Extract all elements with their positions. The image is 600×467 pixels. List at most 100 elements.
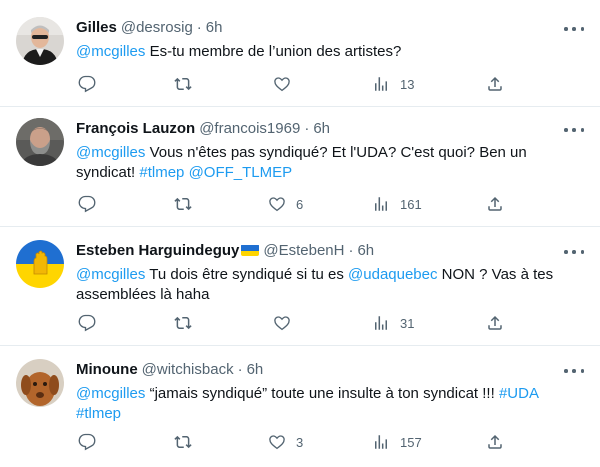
reply-icon [78,75,96,93]
separator-dot: · [304,119,310,137]
retweet-button[interactable] [174,313,202,333]
avatar[interactable] [16,17,64,65]
share-icon [486,433,504,451]
retweet-icon [174,314,192,332]
username[interactable]: @francois1969 [199,120,300,137]
timestamp[interactable]: 6h [313,120,330,137]
heart-icon [273,314,291,332]
like-button[interactable]: 6 [268,194,303,214]
retweet-button[interactable] [174,74,202,94]
views-button[interactable]: 161 [372,194,422,214]
username[interactable]: @witchisback [142,361,234,378]
views-icon [372,195,390,213]
views-count: 157 [400,434,422,450]
timestamp[interactable]: 6h [206,19,223,36]
share-button[interactable] [486,432,504,452]
tweet-text: @mcgilles Tu dois être syndiqué si tu es… [76,265,584,305]
like-button[interactable]: 3 [268,432,303,452]
share-icon [486,195,504,213]
tweet-text: @mcgilles Vous n'êtes pas syndiqué? Et l… [76,143,584,183]
like-count: 6 [296,196,304,212]
reply-icon [78,314,96,332]
tweet[interactable]: Minoune @witchisback · 6h @mcgilles “jam… [0,346,600,467]
tweet-text-body: “jamais syndiqué” toute une insulte à to… [145,385,499,402]
retweet-icon [174,433,192,451]
like-button[interactable] [273,74,301,94]
heart-icon [273,75,291,93]
tweet-text: @mcgilles Es-tu membre de l’union des ar… [76,42,584,62]
timestamp[interactable]: 6h [247,361,264,378]
more-icon[interactable] [564,22,584,36]
retweet-button[interactable] [174,194,202,214]
mention-link[interactable]: @mcgilles [76,266,145,283]
views-count: 161 [400,196,422,212]
views-icon [372,433,390,451]
tweet[interactable]: Gilles @desrosig · 6h @mcgilles Es-tu me… [0,0,600,107]
retweet-icon [174,75,192,93]
tweet-header: Esteben Harguindeguy @EstebenH · 6h [76,240,584,260]
tweet-header: Gilles @desrosig · 6h [76,17,584,37]
display-name[interactable]: François Lauzon [76,120,195,137]
tweet-actions: 13 [76,74,506,94]
display-name[interactable]: Minoune [76,361,138,378]
username[interactable]: @desrosig [121,19,193,36]
tweet-actions: 6 161 [76,194,506,214]
reply-icon [78,195,96,213]
separator-dot: · [196,18,202,36]
tweet-actions: 31 [76,313,506,333]
views-button[interactable]: 157 [372,432,422,452]
like-count: 3 [296,434,304,450]
views-icon [372,314,390,332]
tweet-text: @mcgilles “jamais syndiqué” toute une in… [76,384,584,424]
username[interactable]: @EstebenH [263,242,344,259]
avatar[interactable] [16,359,64,407]
ukraine-flag-icon [241,244,260,256]
reply-button[interactable] [78,74,106,94]
heart-icon [268,433,286,451]
share-button[interactable] [486,194,504,214]
like-button[interactable] [273,313,301,333]
views-button[interactable]: 13 [372,74,414,94]
mention-link[interactable]: @mcgilles [76,385,145,402]
views-count: 31 [400,315,415,331]
more-icon[interactable] [564,123,584,137]
reply-button[interactable] [78,313,106,333]
tweet-header: Minoune @witchisback · 6h [76,359,584,379]
tweet[interactable]: François Lauzon @francois1969 · 6h @mcgi… [0,107,600,227]
reply-button[interactable] [78,432,106,452]
heart-icon [268,195,286,213]
tweet[interactable]: Esteben Harguindeguy @EstebenH · 6h @mcg… [0,227,600,346]
share-button[interactable] [486,74,504,94]
separator-dot: · [237,360,243,378]
mention-link[interactable]: @udaquebec [348,266,437,283]
hashtag-link[interactable]: #UDA [499,385,539,402]
reply-button[interactable] [78,194,106,214]
share-button[interactable] [486,313,504,333]
views-button[interactable]: 31 [372,313,414,333]
avatar[interactable] [16,240,64,288]
views-count: 13 [400,76,415,92]
more-icon[interactable] [564,245,584,259]
mention-link[interactable]: @mcgilles [76,43,145,60]
share-icon [486,75,504,93]
tweet-text-body: Es-tu membre de l’union des artistes? [145,43,402,60]
hashtag-link[interactable]: #tlmep [139,164,184,181]
display-name[interactable]: Esteben Harguindeguy [76,242,239,259]
mention-link[interactable]: @mcgilles [76,144,145,161]
share-icon [486,314,504,332]
separator-dot: · [348,241,354,259]
tweet-header: François Lauzon @francois1969 · 6h [76,118,584,138]
retweet-icon [174,195,192,213]
display-name[interactable]: Gilles [76,19,117,36]
timeline: Gilles @desrosig · 6h @mcgilles Es-tu me… [0,0,600,467]
hashtag-link[interactable]: #tlmep [76,405,121,422]
more-icon[interactable] [564,364,584,378]
timestamp[interactable]: 6h [357,242,374,259]
avatar[interactable] [16,118,64,166]
reply-icon [78,433,96,451]
tweet-actions: 3 157 [76,432,506,452]
retweet-button[interactable] [174,432,202,452]
views-icon [372,75,390,93]
mention-link[interactable]: @OFF_TLMEP [189,164,293,181]
tweet-text-body: Tu dois être syndiqué si tu es [145,266,349,283]
